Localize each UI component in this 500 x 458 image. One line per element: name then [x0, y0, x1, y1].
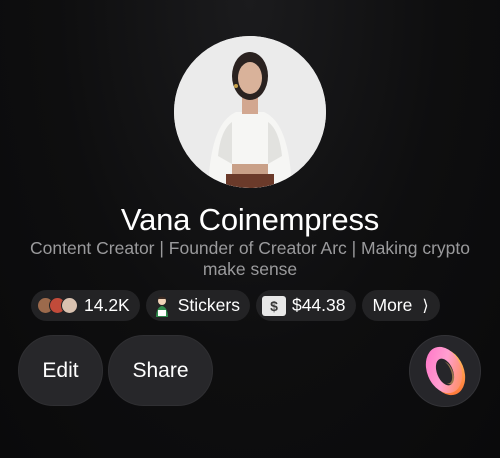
profile-screen: Vana Coinempress Content Creator | Found…	[0, 0, 500, 458]
profile-avatar[interactable]	[174, 36, 326, 188]
share-label: Share	[132, 358, 189, 382]
followers-chip[interactable]: 14.2K	[31, 290, 140, 321]
balance-chip[interactable]: $ $44.38	[255, 290, 356, 321]
profile-bio: Content Creator | Founder of Creator Arc…	[30, 238, 470, 279]
followers-count: 14.2K	[84, 295, 130, 315]
ring-icon	[425, 346, 466, 396]
stickers-chip[interactable]: Stickers	[145, 290, 250, 321]
profile-chips: 14.2K Stickers $ $44.38 More ⟩	[31, 290, 440, 321]
sticker-icon	[155, 296, 168, 317]
dollar-bill-icon: $	[261, 295, 286, 316]
balance-value: $44.38	[291, 295, 346, 315]
stickers-label: Stickers	[177, 295, 240, 315]
avatar-photo	[174, 36, 326, 188]
profile-name: Vana Coinempress	[120, 202, 380, 237]
ring-button[interactable]	[409, 335, 481, 407]
edit-button[interactable]: Edit	[18, 335, 103, 406]
share-button[interactable]: Share	[108, 335, 213, 406]
edit-label: Edit	[42, 358, 79, 382]
chevron-right-icon: ⟩	[422, 297, 429, 315]
follower-avatars-icon	[37, 297, 78, 314]
more-label: More	[372, 295, 413, 315]
more-chip[interactable]: More ⟩	[361, 290, 440, 321]
